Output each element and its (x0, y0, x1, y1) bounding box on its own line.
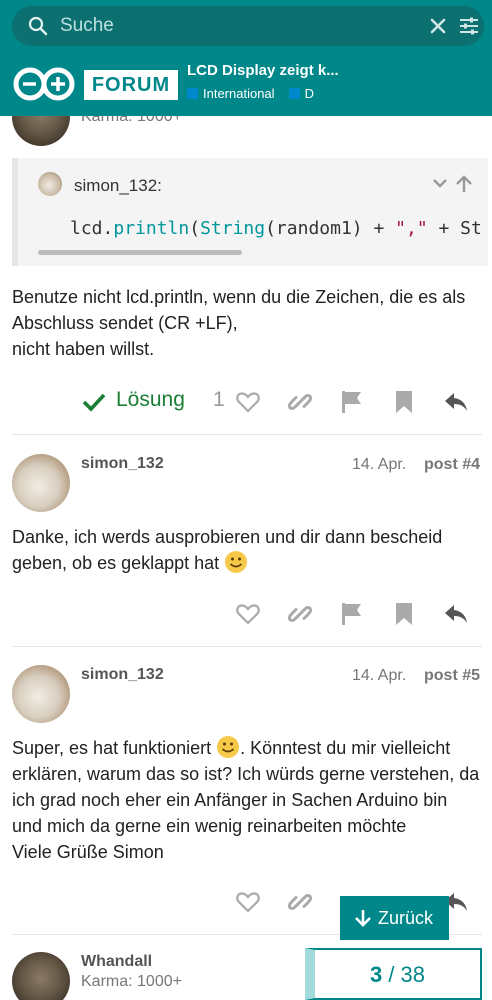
post-divider (12, 434, 482, 435)
quote-block: simon_132: lcd.println(String(random1) +… (12, 158, 488, 266)
link-icon[interactable] (287, 889, 313, 915)
search-input[interactable] (60, 12, 400, 40)
code-scrollbar[interactable] (38, 250, 242, 255)
post-username[interactable]: simon_132 (81, 455, 164, 473)
current-post: 3 (369, 962, 383, 987)
user-karma: Karma: 1000+ (81, 116, 182, 125)
timeline-progress[interactable]: 3 / 38 (305, 948, 482, 1000)
arrow-up-icon[interactable] (456, 175, 472, 192)
post-divider (12, 646, 482, 647)
post-actions (0, 594, 492, 634)
reply-icon[interactable] (443, 389, 469, 415)
quote-username[interactable]: simon_132: (74, 176, 162, 196)
post-actions: Lösung 1 (0, 382, 492, 422)
smile-emoji-icon (225, 551, 248, 573)
back-button-label: Zurück (378, 908, 434, 928)
avatar[interactable] (12, 952, 70, 1000)
forum-logo[interactable]: FORUM (84, 70, 178, 100)
subcategory-color-badge (288, 88, 300, 99)
flag-icon[interactable] (339, 601, 365, 627)
flag-icon[interactable] (339, 389, 365, 415)
bookmark-icon[interactable] (391, 389, 417, 415)
search-icon[interactable] (28, 16, 48, 36)
thread-title[interactable]: LCD Display zeigt k... (187, 62, 477, 82)
post-username[interactable]: Whandall (81, 953, 152, 971)
total-posts: / 38 (388, 962, 426, 987)
like-count[interactable]: 1 (213, 388, 225, 412)
check-icon[interactable] (82, 390, 106, 414)
post-date[interactable]: 14. Apr. (352, 667, 406, 685)
quote-avatar (38, 172, 62, 196)
reply-icon[interactable] (443, 601, 469, 627)
heart-icon[interactable] (235, 601, 261, 627)
category-link[interactable]: International (203, 86, 275, 101)
topic-stream[interactable]: Karma: 1000+ simon_132: lcd.println(Stri… (0, 116, 492, 1000)
bookmark-icon[interactable] (391, 601, 417, 627)
post-number[interactable]: post #5 (424, 667, 480, 685)
subcategory-link[interactable]: D (305, 86, 314, 101)
category-breadcrumb: International D (187, 86, 315, 104)
user-karma: Karma: 1000+ (81, 973, 182, 990)
link-icon[interactable] (287, 389, 313, 415)
post-date[interactable]: 14. Apr. (352, 456, 406, 474)
heart-icon[interactable] (235, 889, 261, 915)
heart-icon[interactable] (235, 389, 261, 415)
quote-code: lcd.println(String(random1) + "," + St (70, 218, 482, 239)
arrow-down-icon (355, 910, 371, 927)
filter-icon[interactable] (458, 16, 480, 36)
avatar[interactable] (12, 665, 70, 723)
avatar[interactable] (12, 454, 70, 512)
post-body: Benutze nicht lcd.println, wenn du die Z… (12, 287, 466, 359)
progress-counter: 3 / 38 (315, 962, 480, 988)
post-body: Danke, ich werds ausprobieren und dir da… (12, 527, 443, 573)
category-color-badge (187, 88, 198, 99)
post-number[interactable]: post #4 (424, 456, 480, 474)
back-button[interactable]: Zurück (340, 896, 449, 940)
post-body: Super, es hat funktioniert . Könntest du… (12, 735, 482, 865)
top-search-bar (0, 0, 492, 52)
forum-header: FORUM LCD Display zeigt k... Internation… (0, 52, 492, 116)
arduino-logo-icon[interactable] (12, 66, 76, 102)
quote-controls (433, 175, 472, 192)
clear-icon[interactable] (430, 18, 446, 34)
solution-label[interactable]: Lösung (116, 388, 185, 412)
smile-emoji-icon (217, 736, 240, 758)
link-icon[interactable] (287, 601, 313, 627)
chevron-down-icon[interactable] (433, 179, 447, 188)
search-box[interactable] (12, 6, 484, 46)
post-username[interactable]: simon_132 (81, 666, 164, 684)
avatar[interactable] (12, 116, 70, 146)
